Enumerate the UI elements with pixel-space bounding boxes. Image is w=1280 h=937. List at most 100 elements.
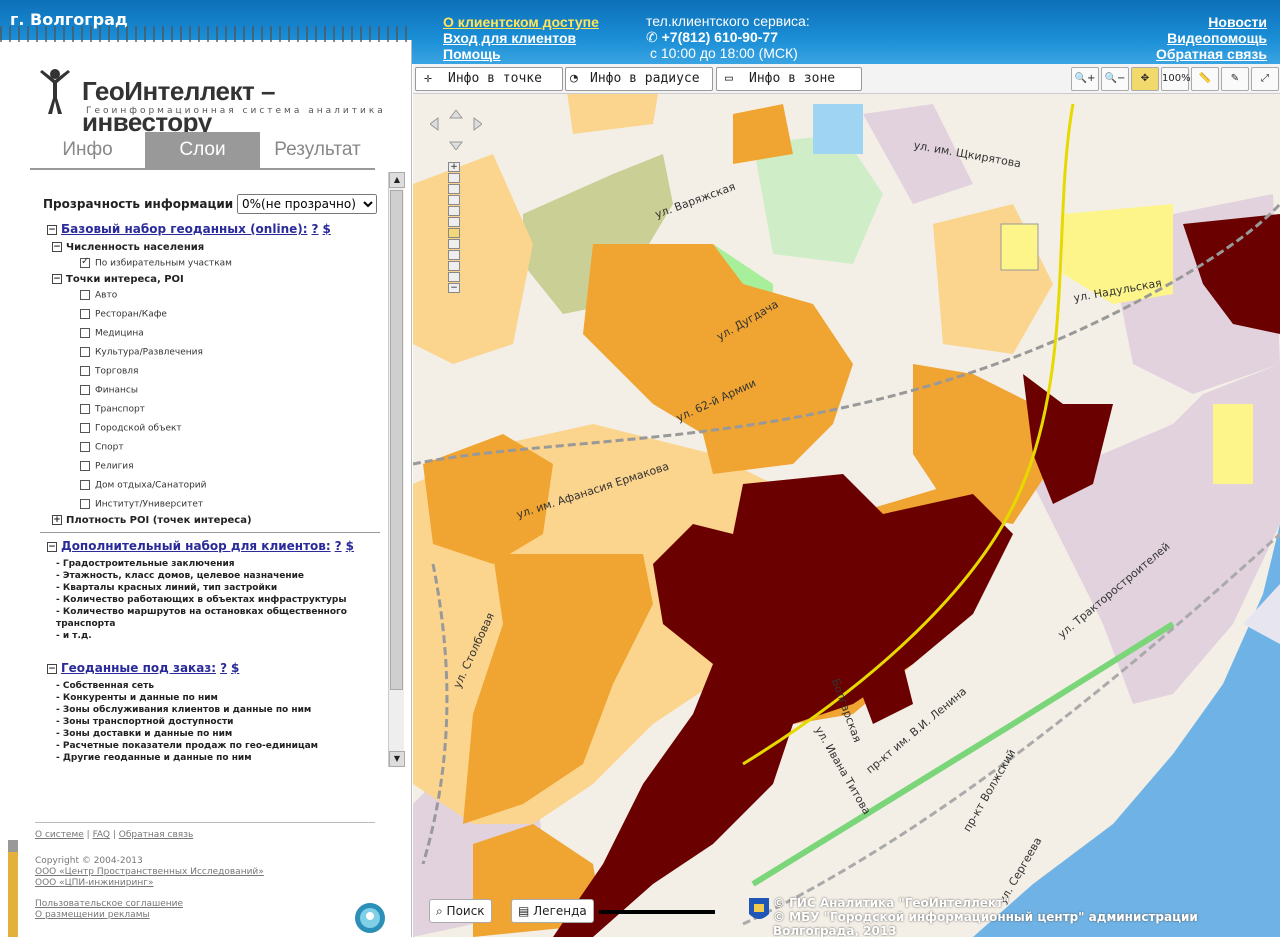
- map-scale-bar: [599, 910, 715, 914]
- panel-tabs: Инфо Слои Результат: [30, 132, 375, 168]
- base-cost-link[interactable]: $: [323, 222, 331, 236]
- zoom-in-icon[interactable]: 🔍+: [1071, 67, 1099, 91]
- scroll-up-icon[interactable]: ▲: [389, 172, 405, 188]
- extra-cost-link[interactable]: $: [346, 539, 354, 553]
- collapse-icon[interactable]: −: [52, 242, 62, 252]
- zoom-100-button[interactable]: 100%: [1161, 67, 1191, 91]
- ads-link[interactable]: О размещении рекламы: [35, 910, 264, 921]
- layers-content: Прозрачность информации 0%(не прозрачно)…: [30, 175, 405, 805]
- spiral-binding: [0, 26, 412, 42]
- layer-poi-item[interactable]: Дом отдыха/Санаторий: [80, 480, 207, 491]
- client-access-link[interactable]: О клиентском доступе: [443, 14, 599, 30]
- ruler-icon[interactable]: 📏: [1191, 67, 1219, 91]
- map-canvas[interactable]: ул. Варяжская ул. им. Щкирятова ул. Дугд…: [413, 64, 1280, 937]
- expand-icon[interactable]: +: [52, 515, 62, 525]
- layer-poi-item[interactable]: Городской объект: [80, 423, 182, 434]
- checkbox[interactable]: [80, 366, 90, 376]
- scroll-down-icon[interactable]: ▼: [389, 751, 405, 767]
- person-logo-icon: [40, 69, 70, 114]
- layer-poi-item[interactable]: Авто: [80, 290, 117, 301]
- extra-help-link[interactable]: ?: [335, 539, 342, 553]
- layer-poi-item[interactable]: Медицина: [80, 328, 144, 339]
- tab-result[interactable]: Результат: [260, 132, 375, 168]
- extra-items: - Градостроительные заключения - Этажност…: [56, 559, 347, 641]
- checkbox[interactable]: [80, 385, 90, 395]
- layer-poi-item[interactable]: Религия: [80, 461, 134, 472]
- base-set-section: − Базовый набор геоданных (online):? $: [47, 222, 331, 236]
- footer-links: О системе | FAQ | Обратная связь: [35, 830, 194, 840]
- eraser-icon[interactable]: ✎: [1221, 67, 1249, 91]
- search-icon: ⌕: [436, 904, 447, 918]
- layer-poi-item[interactable]: Спорт: [80, 442, 124, 453]
- transparency-select[interactable]: 0%(не прозрачно): [237, 194, 377, 214]
- search-button[interactable]: ⌕ Поиск: [429, 899, 492, 923]
- order-help-link[interactable]: ?: [220, 661, 227, 675]
- left-panel: ГеоИнтеллект – инвестору Геоинформационн…: [0, 40, 412, 937]
- legend-button[interactable]: ▤ Легенда: [511, 899, 594, 923]
- tab-layers[interactable]: Слои: [145, 132, 260, 168]
- layer-poi-item[interactable]: Ресторан/Кафе: [80, 309, 167, 320]
- copyright: Copyright © 2004-2013 ООО «Центр Простра…: [35, 856, 264, 889]
- fullscreen-icon[interactable]: ⤢: [1251, 67, 1279, 91]
- transparency-label: Прозрачность информации: [43, 197, 234, 211]
- checkbox[interactable]: [80, 290, 90, 300]
- extra-set-link[interactable]: Дополнительный набор для клиентов:: [61, 539, 331, 553]
- checkbox[interactable]: [80, 423, 90, 433]
- org1-link[interactable]: ООО «Центр Пространственных Исследований…: [35, 867, 264, 878]
- faq-link[interactable]: FAQ: [93, 830, 110, 840]
- news-link[interactable]: Новости: [1156, 14, 1267, 30]
- map-toolbar: ✛ Инфо в точке ◔ Инфо в радиусе ▭ Инфо в зо…: [413, 64, 1280, 94]
- checkbox[interactable]: [80, 328, 90, 338]
- feedback-link[interactable]: Обратная связь: [1156, 46, 1267, 62]
- zoom-level-handle[interactable]: [448, 228, 460, 238]
- zoom-out-icon[interactable]: 🔍−: [1101, 67, 1129, 91]
- pan-icon[interactable]: ✥: [1131, 67, 1159, 91]
- tab-info[interactable]: Инфо: [30, 132, 145, 168]
- order-set-link[interactable]: Геоданные под заказ:: [61, 661, 216, 675]
- info-zone-button[interactable]: ▭ Инфо в зоне: [716, 67, 862, 91]
- checkbox[interactable]: [80, 442, 90, 452]
- org2-link[interactable]: ООО «ЦПИ-инжиниринг»: [35, 878, 264, 889]
- help-link[interactable]: Помощь: [443, 46, 599, 62]
- layer-by-districts[interactable]: По избирательным участкам: [80, 256, 232, 269]
- extra-set-section: − Дополнительный набор для клиентов:? $: [47, 539, 354, 553]
- zoom-minus-icon[interactable]: −: [448, 283, 460, 293]
- poi-node: − Точки интереса, POI: [52, 274, 184, 285]
- checkbox-checked[interactable]: [80, 256, 90, 268]
- scroll-thumb[interactable]: [390, 190, 403, 690]
- checkbox[interactable]: [80, 309, 90, 319]
- agreement-link[interactable]: Пользовательское соглашение: [35, 899, 264, 910]
- order-cost-link[interactable]: $: [231, 661, 239, 675]
- checkbox[interactable]: [80, 347, 90, 357]
- checkbox[interactable]: [80, 499, 90, 509]
- video-help-link[interactable]: Видеопомощь: [1156, 30, 1267, 46]
- pan-control-icon[interactable]: [430, 110, 482, 150]
- zoom-slider[interactable]: + −: [448, 162, 460, 300]
- base-help-link[interactable]: ?: [312, 222, 319, 236]
- footer-feedback-link[interactable]: Обратная связь: [119, 830, 194, 840]
- info-point-button[interactable]: ✛ Инфо в точке: [415, 67, 563, 91]
- about-link[interactable]: О системе: [35, 830, 84, 840]
- layer-poi-item[interactable]: Финансы: [80, 385, 138, 396]
- collapse-icon[interactable]: −: [52, 274, 62, 284]
- client-login-link[interactable]: Вход для клиентов: [443, 30, 599, 46]
- zoom-plus-icon[interactable]: +: [448, 162, 460, 172]
- layer-poi-item[interactable]: Институт/Университет: [80, 499, 203, 510]
- checkbox[interactable]: [80, 461, 90, 471]
- collapse-icon[interactable]: −: [47, 541, 57, 552]
- layer-poi-item[interactable]: Торговля: [80, 366, 138, 377]
- globe-logo-icon: [355, 903, 385, 933]
- checkbox[interactable]: [80, 404, 90, 414]
- order-items: - Собственная сеть - Конкуренты и данные …: [56, 681, 319, 763]
- layer-poi-item[interactable]: Культура/Развлечения: [80, 347, 203, 358]
- collapse-icon[interactable]: −: [47, 224, 57, 235]
- checkbox[interactable]: [80, 480, 90, 490]
- layer-poi-item[interactable]: Транспорт: [80, 404, 145, 415]
- base-set-link[interactable]: Базовый набор геоданных (online):: [61, 222, 308, 236]
- service-hours: с 10:00 до 18:00 (МСК): [650, 45, 798, 61]
- coat-of-arms-icon: [749, 898, 769, 919]
- transparency-row: Прозрачность информации 0%(не прозрачно): [43, 194, 377, 214]
- collapse-icon[interactable]: −: [47, 663, 57, 674]
- info-radius-button[interactable]: ◔ Инфо в радиусе: [565, 67, 713, 91]
- layers-scrollbar[interactable]: ▲ ▼: [388, 172, 405, 767]
